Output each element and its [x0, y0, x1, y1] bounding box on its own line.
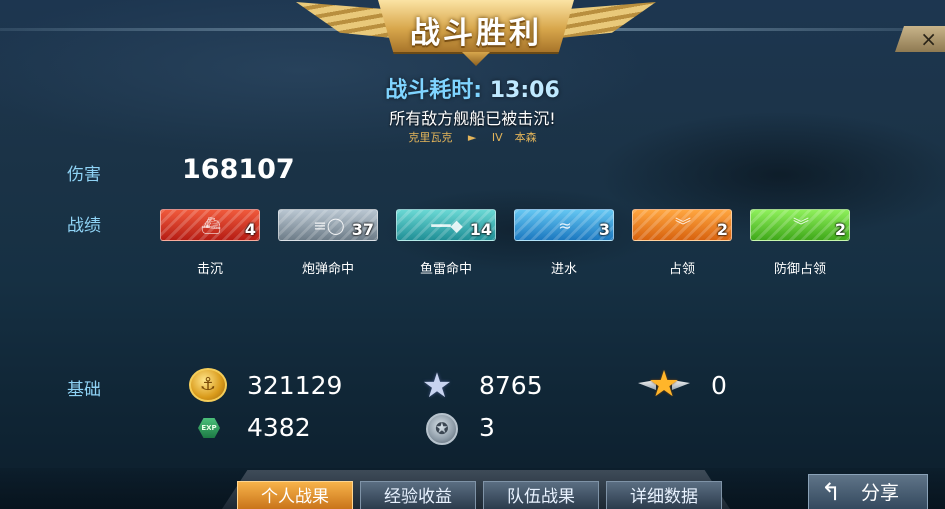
shell-icon: ≡◯: [313, 216, 345, 235]
share-arrow-icon: ↰: [821, 478, 842, 506]
badge-label-capture: 占领: [668, 262, 695, 277]
gold-star-icon: ★: [638, 364, 690, 406]
badge-capture[interactable]: ︾ 2: [632, 209, 732, 241]
badge-count: 14: [469, 220, 492, 239]
credits-value: 321129: [247, 371, 343, 400]
damage-label: 伤害: [67, 165, 101, 185]
silver-star-icon: ★: [421, 366, 453, 406]
ship-tier: IV: [491, 131, 503, 144]
capture-icon: ︾: [674, 216, 691, 235]
tab-personal-results[interactable]: 个人战果: [237, 481, 353, 509]
tab-detailed-data[interactable]: 详细数据: [606, 481, 722, 509]
battle-duration: 战斗耗时: 13:06: [0, 72, 945, 104]
silver-star-value: 8765: [479, 371, 543, 400]
medal-value: 3: [479, 413, 495, 442]
badge-sink[interactable]: ⛴ 4: [160, 209, 260, 241]
badge-label-sink: 击沉: [196, 262, 223, 277]
badge-label-shell-hits: 炮弹命中: [301, 262, 354, 277]
badge-count: 37: [351, 220, 374, 239]
badge-count: 2: [716, 220, 728, 239]
experience-value: 4382: [247, 413, 311, 442]
battle-duration-label: 战斗耗时:: [385, 78, 483, 103]
badge-flooding[interactable]: ≈ 3: [514, 209, 614, 241]
badge-count: 2: [834, 220, 846, 239]
defend-capture-icon: ︾: [792, 216, 809, 235]
tab-team-results[interactable]: 队伍战果: [483, 481, 599, 509]
damage-value: 168107: [182, 154, 295, 185]
arrow-icon: ►: [467, 131, 477, 144]
badge-torpedo-hits[interactable]: ━━◆ 14: [396, 209, 496, 241]
tab-experience-gain[interactable]: 经验收益: [360, 481, 476, 509]
share-button[interactable]: ↰ 分享: [808, 474, 928, 509]
close-icon: ×: [920, 27, 937, 51]
battle-duration-value: 13:06: [489, 78, 560, 103]
badge-count: 4: [244, 220, 256, 239]
ship-icon: ⛴: [200, 216, 222, 235]
badge-label-torpedo-hits: 鱼雷命中: [419, 262, 472, 277]
gold-star-value: 0: [711, 371, 727, 400]
badge-count: 3: [598, 220, 610, 239]
coin-icon: ⚓: [189, 368, 227, 402]
ship-name: 克里瓦克: [408, 131, 453, 144]
badge-label-defend-capture: 防御占领: [773, 262, 826, 277]
medal-icon: ✪: [426, 413, 458, 445]
record-label: 战绩: [67, 216, 101, 236]
base-label: 基础: [67, 380, 101, 400]
emblem-point: [462, 52, 490, 66]
flood-icon: ≈: [558, 216, 572, 235]
badge-shell-hits[interactable]: ≡◯ 37: [278, 209, 378, 241]
torpedo-icon: ━━◆: [431, 216, 463, 235]
share-label: 分享: [861, 482, 900, 504]
badge-defend-capture[interactable]: ︾ 2: [750, 209, 850, 241]
victory-emblem: 战斗胜利: [296, 0, 656, 66]
battle-ship-info: 克里瓦克 ► IV 本森: [0, 129, 945, 145]
battle-result-message: 所有敌方舰船已被击沉!: [389, 109, 556, 128]
player-name: 本森: [514, 131, 537, 144]
gold-star-glyph: ★: [647, 364, 681, 405]
page-title: 战斗胜利: [410, 16, 542, 51]
badge-label-flooding: 进水: [550, 262, 577, 277]
